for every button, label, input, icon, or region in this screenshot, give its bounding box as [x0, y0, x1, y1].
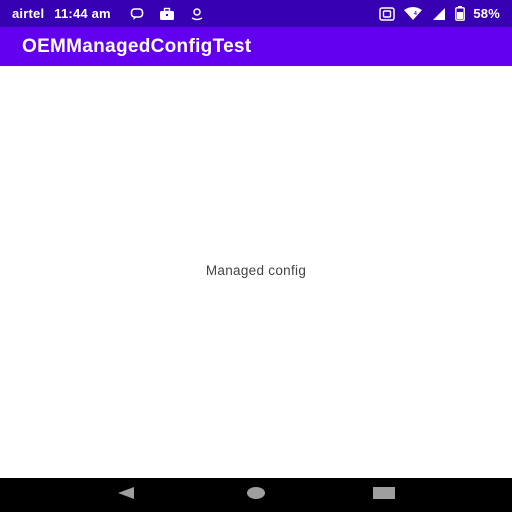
- home-button[interactable]: [226, 478, 286, 512]
- message-icon: [129, 6, 145, 22]
- managed-config-label: Managed config: [205, 263, 307, 278]
- battery-icon: [455, 6, 466, 22]
- navigation-bar: [0, 478, 512, 512]
- home-icon: [246, 486, 266, 505]
- location-icon: [189, 6, 205, 22]
- carrier-name: airtel: [12, 6, 45, 21]
- svg-text:4: 4: [414, 11, 417, 17]
- back-icon: [116, 486, 136, 505]
- battery-percent: 58%: [473, 6, 500, 21]
- status-bar: airtel 11:44 am 4 58%: [0, 0, 512, 27]
- clock: 11:44 am: [54, 6, 111, 21]
- status-right: 4 58%: [379, 6, 500, 22]
- status-left: airtel 11:44 am: [12, 6, 205, 22]
- briefcase-icon: [159, 6, 175, 22]
- back-button[interactable]: [96, 478, 156, 512]
- main-content: Managed config: [0, 66, 512, 478]
- app-bar: OEMManagedConfigTest: [0, 27, 512, 66]
- recents-icon: [373, 486, 395, 504]
- screen: airtel 11:44 am 4 58% OEMManagedConfigTe…: [0, 0, 512, 512]
- app-title: OEMManagedConfigTest: [22, 35, 252, 57]
- recents-button[interactable]: [354, 478, 414, 512]
- hotspot-icon: [379, 6, 396, 22]
- wifi-icon: 4: [403, 6, 423, 22]
- signal-icon: [431, 6, 447, 22]
